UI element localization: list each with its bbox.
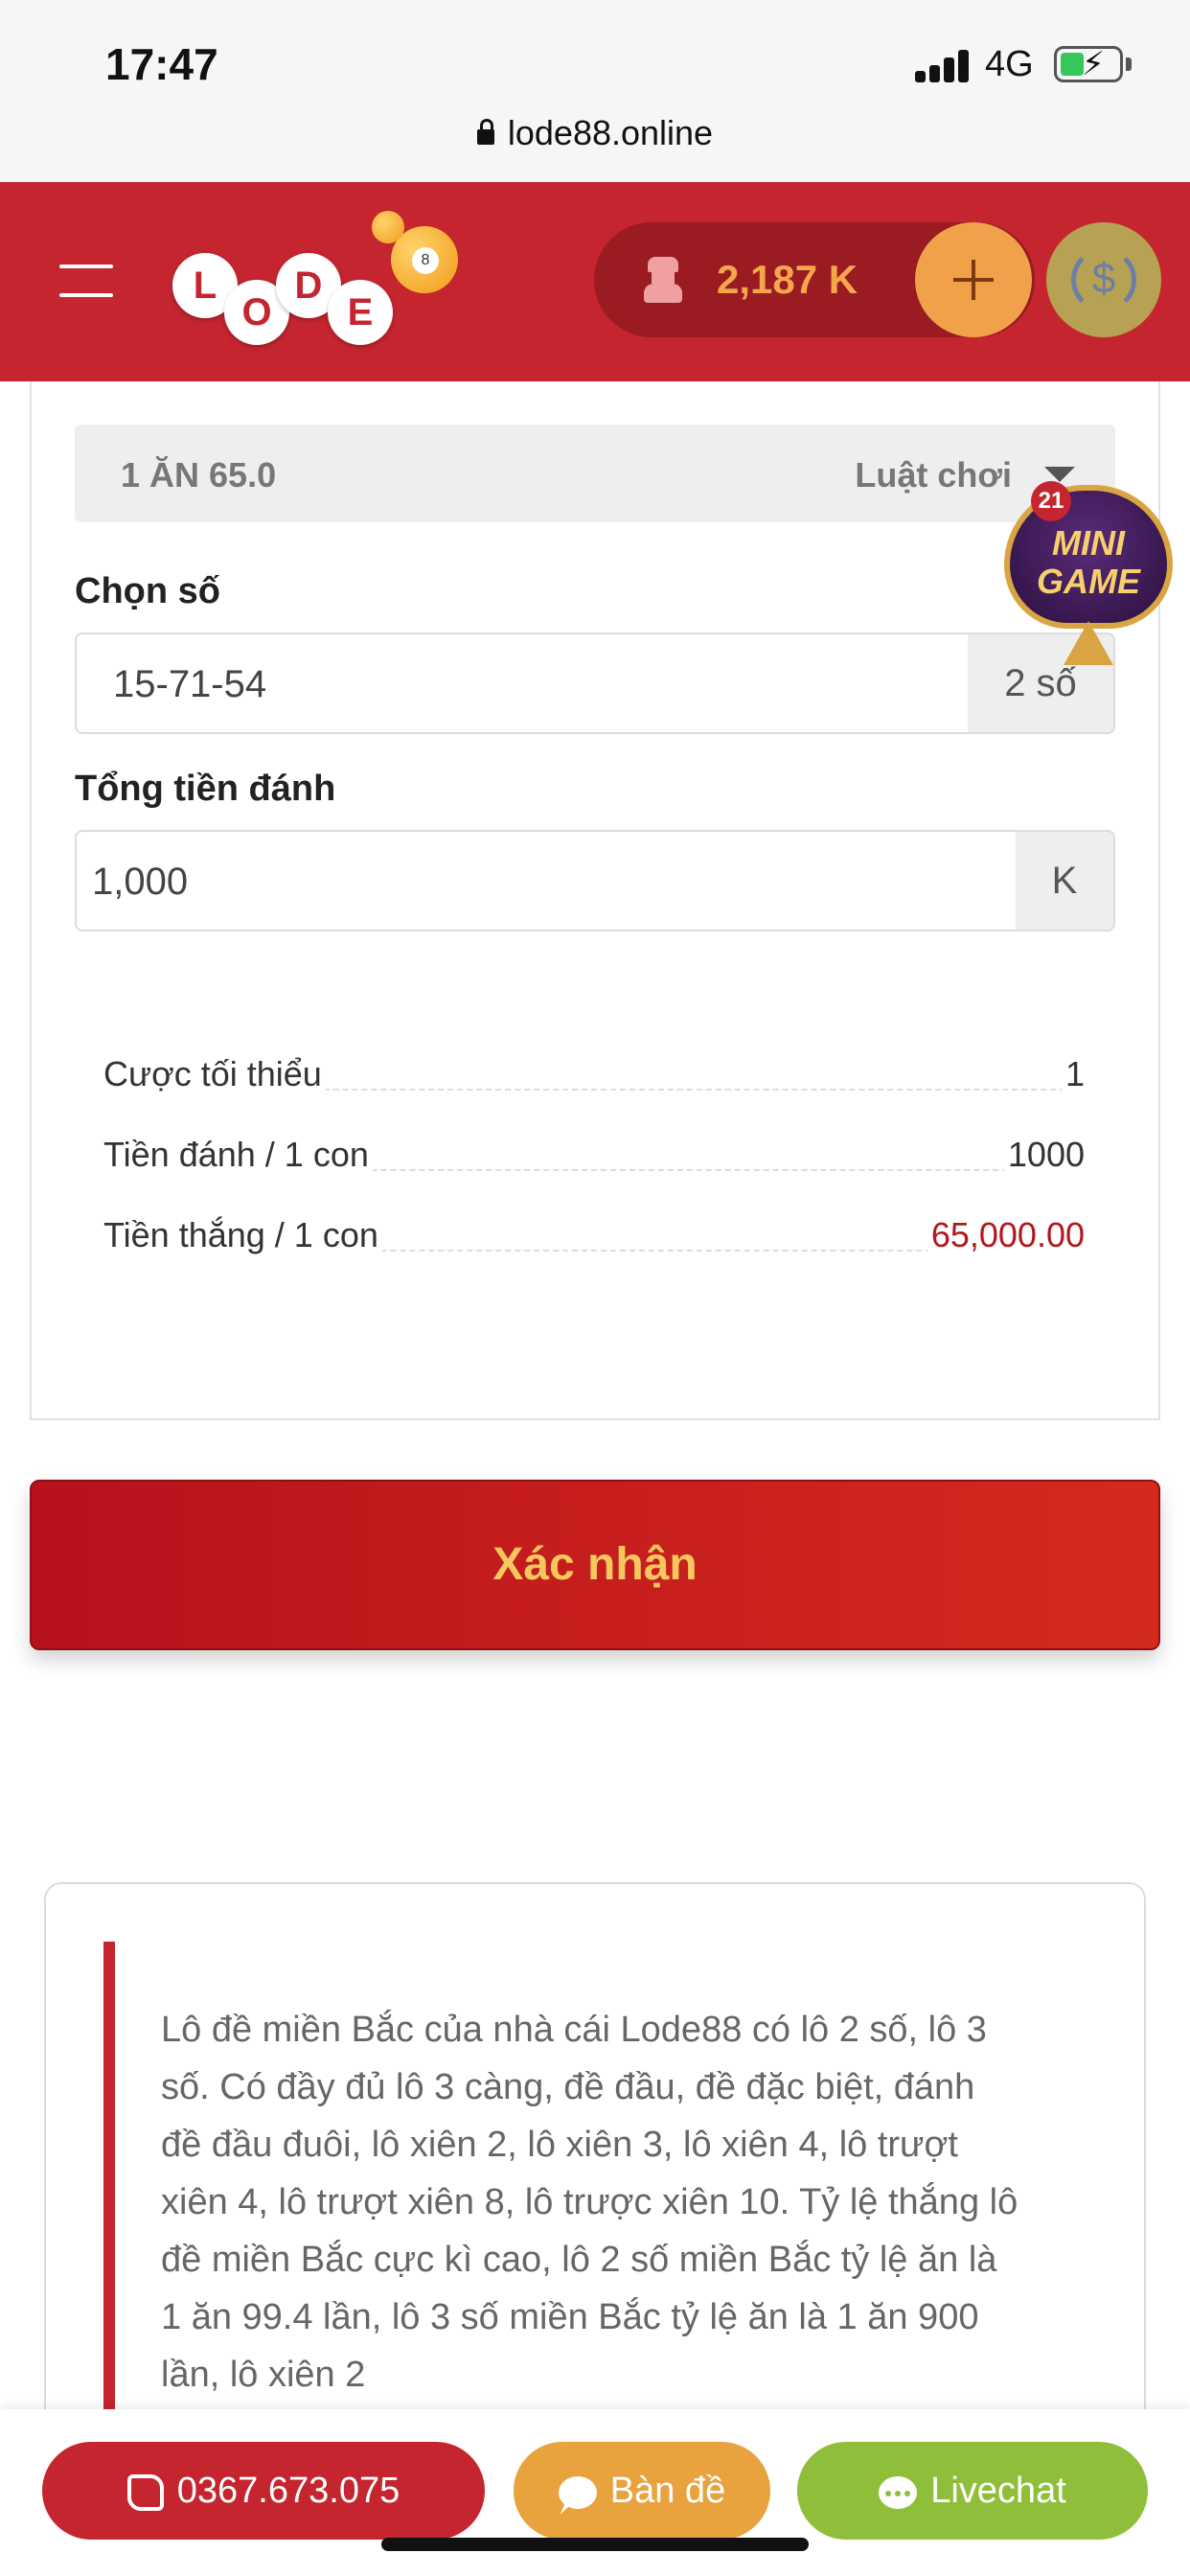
status-time: 17:47 bbox=[105, 39, 218, 89]
mini-game-badge: 21 bbox=[1031, 481, 1071, 521]
number-input-value[interactable]: 15-71-54 bbox=[113, 663, 266, 706]
address-bar[interactable]: lode88.online bbox=[0, 113, 1190, 153]
balance-amount: 2,187 K bbox=[717, 257, 858, 302]
rules-link[interactable]: Luật chơi bbox=[855, 455, 1012, 495]
total-bet-input[interactable]: 1,000 K bbox=[75, 830, 1115, 932]
summary-row: Tiền đánh / 1 con 1000 bbox=[103, 1135, 1085, 1183]
total-bet-label: Tổng tiền đánh bbox=[75, 769, 336, 809]
mini-game-text-2: GAME bbox=[1037, 562, 1140, 601]
battery-tip bbox=[1126, 58, 1132, 71]
battery-icon: ⚡ bbox=[1054, 46, 1123, 82]
confirm-button[interactable]: Xác nhận bbox=[30, 1480, 1160, 1650]
summary-row: Tiền thắng / 1 con 65,000.00 bbox=[103, 1215, 1085, 1263]
phone-icon bbox=[126, 2473, 164, 2511]
exchange-icon[interactable]: $ bbox=[1046, 222, 1161, 337]
spy-icon bbox=[642, 257, 684, 303]
info-paragraph: Lô đề miền Bắc của nhà cái Lode88 có lô … bbox=[161, 2010, 1018, 2395]
min-bet-label: Cược tối thiểu bbox=[103, 1054, 326, 1094]
win-per-number-value: 65,000.00 bbox=[927, 1215, 1085, 1255]
odds-text: 1 ĂN 65.0 bbox=[121, 455, 277, 494]
bet-per-number-label: Tiền đánh / 1 con bbox=[103, 1135, 373, 1175]
currency-suffix: K bbox=[1016, 832, 1113, 930]
small-ball-icon bbox=[372, 211, 404, 243]
min-bet-value: 1 bbox=[1061, 1054, 1085, 1094]
mini-game-button[interactable]: 21 MINI GAME bbox=[993, 477, 1184, 669]
mini-game-text-1: MINI bbox=[1052, 523, 1125, 563]
lock-icon bbox=[476, 119, 494, 145]
livechat-label: Livechat bbox=[930, 2471, 1066, 2511]
status-bar: 17:47 4G ⚡ lode88.online bbox=[0, 0, 1190, 182]
logo-ball-e: E bbox=[328, 280, 393, 345]
chat-bubble-icon bbox=[558, 2475, 597, 2509]
home-indicator bbox=[381, 2538, 809, 2551]
ban-de-button[interactable]: Bàn đề bbox=[514, 2442, 770, 2540]
url-text: lode88.online bbox=[507, 113, 714, 152]
ban-de-label: Bàn đề bbox=[609, 2471, 726, 2511]
number-input[interactable]: 15-71-54 2 số bbox=[75, 632, 1115, 734]
livechat-button[interactable]: Livechat bbox=[797, 2442, 1148, 2540]
network-type: 4G bbox=[985, 44, 1034, 84]
win-per-number-label: Tiền thắng / 1 con bbox=[103, 1215, 382, 1255]
hotline-button[interactable]: 0367.673.075 bbox=[42, 2442, 485, 2540]
bet-per-number-value: 1000 bbox=[1003, 1135, 1085, 1175]
hotline-number: 0367.673.075 bbox=[176, 2471, 400, 2511]
plus-icon[interactable] bbox=[915, 222, 1032, 337]
livechat-icon bbox=[879, 2475, 918, 2509]
number-select-label: Chọn số bbox=[75, 571, 220, 611]
summary-row: Cược tối thiểu 1 bbox=[103, 1054, 1085, 1102]
signal-icon bbox=[915, 50, 969, 82]
rule-bar[interactable]: 1 ĂN 65.0 Luật chơi bbox=[75, 425, 1115, 522]
menu-icon[interactable] bbox=[59, 264, 113, 297]
site-header: L O D E 8 2,187 K $ bbox=[0, 182, 1190, 381]
total-bet-value[interactable]: 1,000 bbox=[92, 861, 188, 904]
lode88-logo[interactable]: L O D E 8 bbox=[171, 211, 477, 355]
